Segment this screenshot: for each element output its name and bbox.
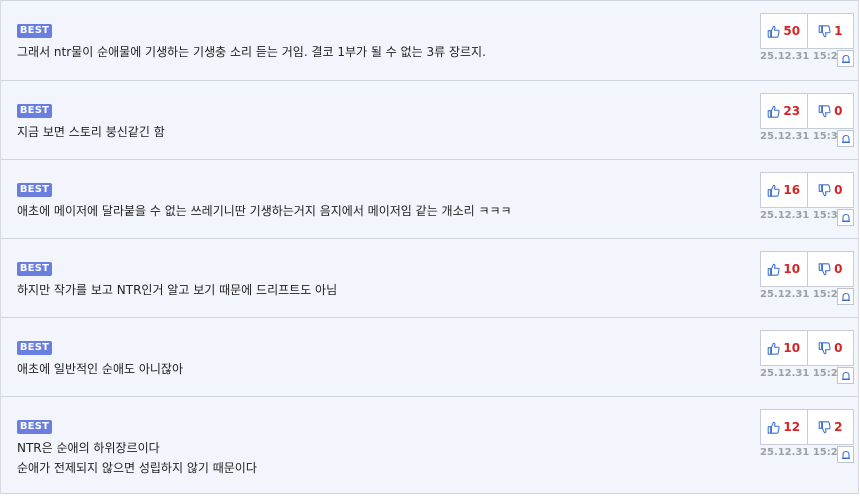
best-badge: BEST: [17, 262, 52, 276]
comment-timestamp: 25.12.31 15:29: [760, 368, 845, 379]
bell-icon: [841, 292, 850, 301]
upvote-button[interactable]: 10: [761, 331, 807, 365]
downvote-button[interactable]: 2: [806, 410, 854, 444]
best-badge: BEST: [17, 341, 52, 355]
upvote-count: 23: [783, 104, 801, 118]
comment-line: 그래서 ntr물이 순애물에 기생하는 기생충 소리 듣는 거임. 결코 1부가…: [17, 45, 486, 59]
comment-line: 하지만 작가를 보고 NTR인거 알고 보기 때문에 드리프트도 아님: [17, 283, 338, 297]
best-badge: BEST: [17, 24, 52, 38]
comment-row: BEST 애초에 메이저에 달라붙을 수 없는 쓰레기니딴 기생하는거지 음지에…: [1, 159, 858, 238]
thumbs-down-icon: [818, 183, 831, 196]
thumbs-up-icon: [768, 342, 780, 355]
bell-icon: [841, 134, 850, 143]
upvote-button[interactable]: 23: [761, 94, 807, 128]
comment-timestamp: 25.12.31 15:31: [760, 131, 845, 142]
comment-text: 애초에 메이저에 달라붙을 수 없는 쓰레기니딴 기생하는거지 음지에서 메이저…: [17, 201, 738, 221]
comment-line: 애초에 메이저에 달라붙을 수 없는 쓰레기니딴 기생하는거지 음지에서 메이저…: [17, 204, 512, 218]
comment-row: BEST 지금 보면 스토리 붕신같긴 함 23 0 25.12.31 15:3…: [1, 80, 858, 159]
upvote-count: 10: [783, 262, 801, 276]
report-button[interactable]: [837, 130, 854, 147]
downvote-count: 1: [834, 24, 843, 38]
comment-list: BEST 그래서 ntr물이 순애물에 기생하는 기생충 소리 듣는 거임. 결…: [0, 0, 859, 494]
thumbs-up-icon: [768, 105, 780, 118]
thumbs-up-icon: [768, 184, 780, 197]
vote-box: 16 0: [760, 172, 854, 208]
thumbs-down-icon: [818, 104, 831, 117]
bell-icon: [841, 450, 850, 459]
vote-box: 23 0: [760, 93, 854, 129]
downvote-count: 0: [834, 183, 843, 197]
thumbs-up-icon: [768, 421, 780, 434]
comment-text: 그래서 ntr물이 순애물에 기생하는 기생충 소리 듣는 거임. 결코 1부가…: [17, 42, 738, 62]
comment-text: 지금 보면 스토리 붕신같긴 함: [17, 122, 738, 142]
comment-text: 애초에 일반적인 순애도 아니잖아: [17, 359, 738, 379]
comment-timestamp: 25.12.31 15:29: [760, 289, 845, 300]
comment-line: NTR은 순애의 하위장르이다: [17, 441, 160, 455]
downvote-count: 0: [834, 104, 843, 118]
report-button[interactable]: [837, 288, 854, 305]
vote-box: 50 1: [760, 13, 854, 49]
vote-box: 12 2: [760, 409, 854, 445]
thumbs-down-icon: [818, 262, 831, 275]
upvote-button[interactable]: 50: [761, 14, 807, 48]
upvote-count: 12: [783, 420, 801, 434]
upvote-button[interactable]: 12: [761, 410, 807, 444]
thumbs-up-icon: [768, 263, 780, 276]
upvote-button[interactable]: 16: [761, 173, 807, 207]
best-badge: BEST: [17, 420, 52, 434]
thumbs-down-icon: [818, 24, 831, 37]
report-button[interactable]: [837, 50, 854, 67]
thumbs-down-icon: [818, 420, 831, 433]
downvote-button[interactable]: 0: [806, 94, 854, 128]
upvote-count: 16: [783, 183, 801, 197]
comment-row: BEST 하지만 작가를 보고 NTR인거 알고 보기 때문에 드리프트도 아님…: [1, 238, 858, 317]
comment-timestamp: 25.12.31 15:32: [760, 210, 845, 221]
vote-box: 10 0: [760, 330, 854, 366]
upvote-button[interactable]: 10: [761, 252, 807, 286]
vote-box: 10 0: [760, 251, 854, 287]
comment-row: BEST NTR은 순애의 하위장르이다 순애가 전제되지 않으면 성립하지 않…: [1, 396, 858, 494]
comment-text: 하지만 작가를 보고 NTR인거 알고 보기 때문에 드리프트도 아님: [17, 280, 738, 300]
thumbs-down-icon: [818, 341, 831, 354]
downvote-count: 0: [834, 262, 843, 276]
downvote-count: 0: [834, 341, 843, 355]
comment-line: 지금 보면 스토리 붕신같긴 함: [17, 125, 165, 139]
upvote-count: 50: [783, 24, 801, 38]
comment-timestamp: 25.12.31 15:29: [760, 447, 845, 458]
comment-text: NTR은 순애의 하위장르이다 순애가 전제되지 않으면 성립하지 않기 때문이…: [17, 438, 738, 478]
best-badge: BEST: [17, 183, 52, 197]
downvote-count: 2: [834, 420, 843, 434]
report-button[interactable]: [837, 446, 854, 463]
best-badge: BEST: [17, 104, 52, 118]
comment-line: 순애가 전제되지 않으면 성립하지 않기 때문이다: [17, 461, 257, 475]
comment-line: 애초에 일반적인 순애도 아니잖아: [17, 362, 184, 376]
report-button[interactable]: [837, 209, 854, 226]
downvote-button[interactable]: 0: [806, 173, 854, 207]
thumbs-up-icon: [768, 25, 780, 38]
downvote-button[interactable]: 0: [806, 252, 854, 286]
report-button[interactable]: [837, 367, 854, 384]
comment-row: BEST 그래서 ntr물이 순애물에 기생하는 기생충 소리 듣는 거임. 결…: [1, 0, 858, 80]
downvote-button[interactable]: 1: [806, 14, 854, 48]
downvote-button[interactable]: 0: [806, 331, 854, 365]
comment-timestamp: 25.12.31 15:29: [760, 51, 845, 62]
bell-icon: [841, 213, 850, 222]
comment-row: BEST 애초에 일반적인 순애도 아니잖아 10 0 25.12.31 15:…: [1, 317, 858, 396]
upvote-count: 10: [783, 341, 801, 355]
bell-icon: [841, 54, 850, 63]
bell-icon: [841, 371, 850, 380]
